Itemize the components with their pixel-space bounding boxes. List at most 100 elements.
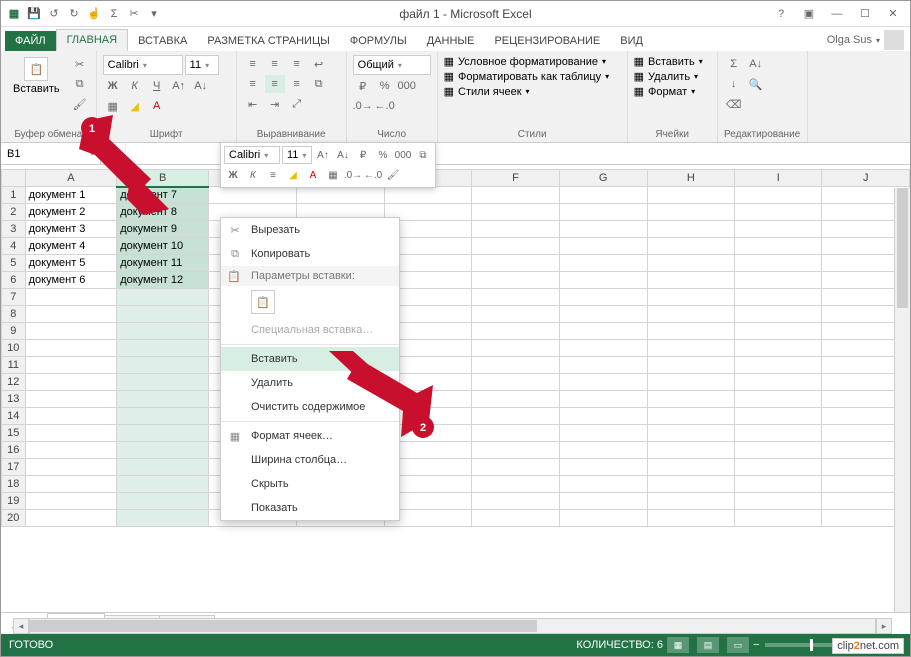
align-bottom-icon[interactable]: ≡ bbox=[287, 55, 307, 73]
cell-F16[interactable] bbox=[472, 442, 560, 459]
cell-B19[interactable] bbox=[117, 493, 209, 510]
tab-review[interactable]: РЕЦЕНЗИРОВАНИЕ bbox=[484, 31, 610, 51]
font-size-combo[interactable]: 11▾ bbox=[185, 55, 219, 75]
cell-G5[interactable] bbox=[559, 255, 647, 272]
delete-cells-button[interactable]: ▦Удалить▾ bbox=[634, 70, 698, 83]
row-header-18[interactable]: 18 bbox=[2, 476, 26, 493]
cell-B8[interactable] bbox=[117, 306, 209, 323]
increase-font-icon[interactable]: A↑ bbox=[169, 77, 189, 95]
align-top-icon[interactable]: ≡ bbox=[243, 55, 263, 73]
cell-C1[interactable] bbox=[209, 187, 297, 204]
cell-F9[interactable] bbox=[472, 323, 560, 340]
column-header-G[interactable]: G bbox=[559, 170, 647, 187]
ribbon-options-icon[interactable]: ▣ bbox=[796, 4, 822, 24]
cell-I19[interactable] bbox=[735, 493, 822, 510]
cell-G13[interactable] bbox=[559, 391, 647, 408]
number-format-combo[interactable]: Общий▾ bbox=[353, 55, 431, 75]
cell-F13[interactable] bbox=[472, 391, 560, 408]
cell-H2[interactable] bbox=[647, 204, 735, 221]
cell-G7[interactable] bbox=[559, 289, 647, 306]
autosum-icon[interactable]: Σ bbox=[724, 55, 744, 73]
cell-H19[interactable] bbox=[647, 493, 735, 510]
cell-I15[interactable] bbox=[735, 425, 822, 442]
save-icon[interactable]: 💾 bbox=[25, 5, 43, 23]
cell-I10[interactable] bbox=[735, 340, 822, 357]
cell-I7[interactable] bbox=[735, 289, 822, 306]
help-icon[interactable]: ? bbox=[768, 4, 794, 24]
mini-merge-icon[interactable]: ⧉ bbox=[414, 146, 432, 164]
cell-G2[interactable] bbox=[559, 204, 647, 221]
tab-view[interactable]: ВИД bbox=[610, 31, 653, 51]
cell-H14[interactable] bbox=[647, 408, 735, 425]
ctx-column-width[interactable]: Ширина столбца… bbox=[221, 448, 399, 472]
zoom-out-button[interactable]: − bbox=[753, 639, 759, 651]
cell-G16[interactable] bbox=[559, 442, 647, 459]
qat-dropdown-icon[interactable]: ▾ bbox=[145, 5, 163, 23]
cell-H13[interactable] bbox=[647, 391, 735, 408]
cell-A20[interactable] bbox=[25, 510, 117, 527]
cell-I2[interactable] bbox=[735, 204, 822, 221]
mini-font-color-icon[interactable]: A bbox=[304, 166, 322, 184]
mini-fill-color-icon[interactable]: ◢ bbox=[284, 166, 302, 184]
clear-icon[interactable]: ⌫ bbox=[724, 95, 744, 113]
cell-A11[interactable] bbox=[25, 357, 117, 374]
cell-A14[interactable] bbox=[25, 408, 117, 425]
find-icon[interactable]: 🔍 bbox=[746, 75, 766, 93]
cell-A6[interactable]: документ 6 bbox=[25, 272, 117, 289]
cell-F3[interactable] bbox=[472, 221, 560, 238]
row-header-1[interactable]: 1 bbox=[2, 187, 26, 204]
tab-insert[interactable]: ВСТАВКА bbox=[128, 31, 197, 51]
row-header-6[interactable]: 6 bbox=[2, 272, 26, 289]
cell-A8[interactable] bbox=[25, 306, 117, 323]
cell-I9[interactable] bbox=[735, 323, 822, 340]
cell-B10[interactable] bbox=[117, 340, 209, 357]
cell-F18[interactable] bbox=[472, 476, 560, 493]
cell-I17[interactable] bbox=[735, 459, 822, 476]
cell-B5[interactable]: документ 11 bbox=[117, 255, 209, 272]
cell-F4[interactable] bbox=[472, 238, 560, 255]
cell-A18[interactable] bbox=[25, 476, 117, 493]
cell-I20[interactable] bbox=[735, 510, 822, 527]
cell-F6[interactable] bbox=[472, 272, 560, 289]
close-button[interactable]: ✕ bbox=[880, 4, 906, 24]
mini-percent-icon[interactable]: % bbox=[374, 146, 392, 164]
cell-I14[interactable] bbox=[735, 408, 822, 425]
cell-F15[interactable] bbox=[472, 425, 560, 442]
horizontal-scrollbar[interactable]: ◂ ▸ bbox=[13, 618, 892, 634]
column-header-J[interactable]: J bbox=[822, 170, 910, 187]
view-layout-icon[interactable]: ▤ bbox=[697, 637, 719, 653]
vertical-scrollbar[interactable] bbox=[894, 188, 910, 612]
cell-G12[interactable] bbox=[559, 374, 647, 391]
cell-B15[interactable] bbox=[117, 425, 209, 442]
cell-styles-button[interactable]: ▦Стили ячеек▾ bbox=[444, 85, 530, 98]
bold-button[interactable]: Ж bbox=[103, 77, 123, 95]
cell-H20[interactable] bbox=[647, 510, 735, 527]
cell-B20[interactable] bbox=[117, 510, 209, 527]
tab-home[interactable]: ГЛАВНАЯ bbox=[56, 29, 128, 51]
cut-icon[interactable]: ✂ bbox=[125, 5, 143, 23]
ctx-copy[interactable]: ⧉Копировать bbox=[221, 242, 399, 266]
cell-B11[interactable] bbox=[117, 357, 209, 374]
row-header-12[interactable]: 12 bbox=[2, 374, 26, 391]
hscroll-right-icon[interactable]: ▸ bbox=[876, 618, 892, 634]
cell-B14[interactable] bbox=[117, 408, 209, 425]
cell-A19[interactable] bbox=[25, 493, 117, 510]
cell-A10[interactable] bbox=[25, 340, 117, 357]
cell-G1[interactable] bbox=[559, 187, 647, 204]
cell-A4[interactable]: документ 4 bbox=[25, 238, 117, 255]
cell-F10[interactable] bbox=[472, 340, 560, 357]
cell-B6[interactable]: документ 12 bbox=[117, 272, 209, 289]
increase-indent-icon[interactable]: ⇥ bbox=[265, 95, 285, 113]
cell-H5[interactable] bbox=[647, 255, 735, 272]
touch-icon[interactable]: ☝ bbox=[85, 5, 103, 23]
row-header-2[interactable]: 2 bbox=[2, 204, 26, 221]
cell-B17[interactable] bbox=[117, 459, 209, 476]
border-button[interactable]: ▦ bbox=[103, 97, 123, 115]
cell-B16[interactable] bbox=[117, 442, 209, 459]
sort-icon[interactable]: A↓ bbox=[746, 55, 766, 73]
conditional-formatting-button[interactable]: ▦Условное форматирование▾ bbox=[444, 55, 606, 68]
cell-I1[interactable] bbox=[735, 187, 822, 204]
cell-B18[interactable] bbox=[117, 476, 209, 493]
mini-font-combo[interactable]: Calibri▾ bbox=[224, 146, 280, 164]
cell-H17[interactable] bbox=[647, 459, 735, 476]
